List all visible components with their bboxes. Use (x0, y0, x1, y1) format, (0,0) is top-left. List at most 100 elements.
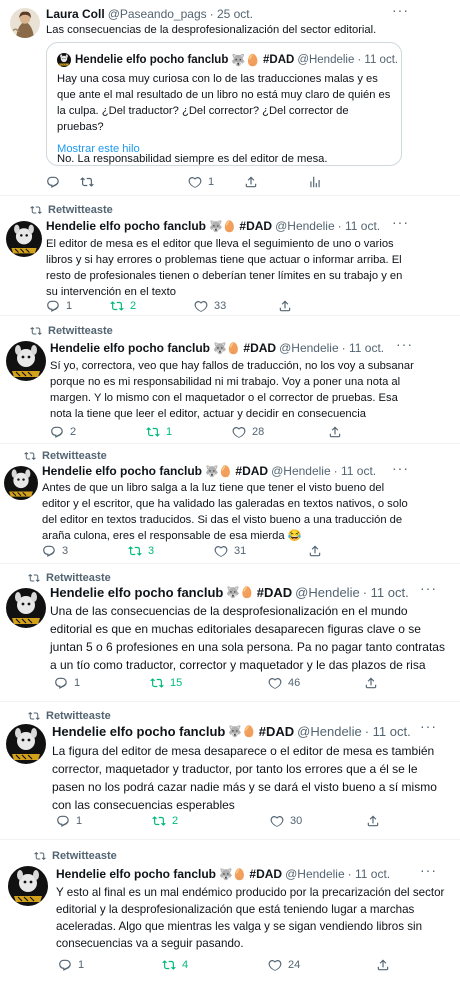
author-name[interactable]: Laura Coll (46, 7, 105, 21)
like-button[interactable]: 30 (270, 814, 366, 828)
retweet-icon (162, 958, 176, 972)
quoted-author-name: Hendelie elfo pocho fanclub (75, 54, 229, 66)
reply-button[interactable] (46, 175, 80, 189)
tweet-date[interactable]: · 11 oct. (348, 867, 390, 881)
reply-button[interactable]: 2 (50, 425, 146, 439)
avatar[interactable] (8, 866, 48, 906)
tweet-header: Hendelie elfo pocho fanclub 🐺🥚 #DAD @Hen… (50, 585, 430, 600)
tweet-date[interactable]: · 11 oct. (338, 219, 380, 233)
thread-tweet[interactable]: Retwitteaste Hendelie elfo pocho fanclub… (0, 444, 460, 564)
share-button[interactable] (308, 544, 322, 558)
retweet-icon (146, 425, 160, 439)
author-emojis: 🐺🥚 (213, 342, 241, 355)
avatar[interactable] (10, 8, 40, 38)
thread-tweet[interactable]: Retwitteaste Hendelie elfo pocho fanclub… (0, 702, 460, 840)
retweet-button[interactable]: 1 (146, 425, 232, 439)
tweet-date[interactable]: · 11 oct. (363, 585, 409, 600)
author-handle[interactable]: @Hendelie (279, 341, 339, 355)
retweet-button[interactable]: 2 (110, 299, 194, 313)
like-button[interactable]: 31 (214, 544, 308, 558)
retweet-button[interactable]: 2 (152, 814, 270, 828)
heart-icon (270, 814, 284, 828)
quoted-avatar (57, 53, 71, 67)
tweet-actions: 2 1 28 (50, 425, 342, 439)
reply-button[interactable]: 1 (56, 814, 152, 828)
like-button[interactable]: 33 (194, 299, 278, 313)
author-tag: #DAD (256, 585, 293, 600)
share-button[interactable] (278, 299, 292, 313)
author-handle[interactable]: @Hendelie (275, 219, 335, 233)
like-button[interactable]: 46 (268, 676, 364, 690)
author-name[interactable]: Hendelie elfo pocho fanclub (50, 585, 223, 600)
thread-tweet[interactable]: Retwitteaste Hendelie elfo pocho fanclub… (0, 316, 460, 444)
retweet-icon (152, 814, 166, 828)
tweet-laura-coll[interactable]: Laura Coll @Paseando_pags · 25 oct. ··· … (0, 0, 460, 196)
retweet-button[interactable] (80, 175, 188, 189)
avatar[interactable] (6, 221, 42, 257)
tweet-date[interactable]: · 11 oct. (334, 464, 376, 478)
thread-tweet[interactable]: Retwitteaste Hendelie elfo pocho fanclub… (0, 840, 460, 983)
author-emojis: 🐺🥚 (228, 726, 256, 738)
tweet-header: Hendelie elfo pocho fanclub 🐺🥚 #DAD @Hen… (46, 219, 406, 233)
share-button[interactable] (364, 676, 378, 690)
more-icon[interactable]: ··· (392, 2, 409, 18)
reply-button[interactable]: 1 (46, 299, 110, 313)
tweet-text: Antes de que un libro salga a la luz tie… (42, 482, 408, 542)
retweet-button[interactable]: 3 (128, 544, 214, 558)
author-handle[interactable]: @Hendelie (285, 867, 345, 881)
more-icon[interactable]: ··· (420, 862, 437, 878)
like-button[interactable]: 28 (232, 425, 328, 439)
share-button[interactable] (244, 175, 308, 189)
share-icon (376, 958, 390, 972)
more-icon[interactable]: ··· (420, 580, 437, 596)
author-handle[interactable]: @Hendelie (295, 585, 360, 600)
tweet-actions: 1 2 33 (46, 299, 292, 313)
author-name[interactable]: Hendelie elfo pocho fanclub (42, 464, 202, 478)
like-button[interactable]: 1 (188, 175, 244, 189)
more-icon[interactable]: ··· (420, 718, 437, 734)
author-name[interactable]: Hendelie elfo pocho fanclub (52, 724, 225, 739)
more-icon[interactable]: ··· (392, 214, 409, 230)
like-button[interactable]: 24 (268, 958, 376, 972)
share-button[interactable] (366, 814, 380, 828)
avatar[interactable] (4, 466, 38, 500)
reply-button[interactable]: 1 (58, 958, 162, 972)
reply-button[interactable]: 3 (42, 544, 128, 558)
quoted-date: · 11 oct. (357, 54, 399, 66)
reply-icon (56, 814, 70, 828)
author-handle[interactable]: @Hendelie (271, 464, 331, 478)
author-handle[interactable]: @Paseando_pags (108, 7, 207, 21)
thread-tweet[interactable]: Retwitteaste Hendelie elfo pocho fanclub… (0, 564, 460, 702)
reply-button[interactable]: 1 (54, 676, 150, 690)
heart-icon (188, 175, 202, 189)
tweet-date[interactable]: · 11 oct. (365, 724, 411, 739)
more-icon[interactable]: ··· (396, 336, 413, 352)
tweet-date[interactable]: · 25 oct. (210, 7, 253, 21)
avatar[interactable] (6, 588, 46, 628)
show-thread-link[interactable]: Mostrar este hilo (57, 143, 140, 155)
tweet-actions: 1 4 24 (58, 958, 390, 972)
share-icon (328, 425, 342, 439)
heart-icon (268, 958, 282, 972)
avatar[interactable] (6, 341, 46, 381)
avatar[interactable] (6, 724, 46, 764)
thread-tweet[interactable]: Retwitteaste Hendelie elfo pocho fanclub… (0, 196, 460, 316)
more-icon[interactable]: ··· (392, 460, 409, 476)
reply-icon (50, 425, 64, 439)
share-button[interactable] (328, 425, 342, 439)
retweet-icon (28, 710, 40, 722)
share-button[interactable] (376, 958, 390, 972)
author-emojis: 🐺🥚 (226, 587, 254, 599)
author-name[interactable]: Hendelie elfo pocho fanclub (46, 219, 206, 233)
quoted-tweet[interactable]: Hendelie elfo pocho fanclub 🐺🥚 #DAD @Hen… (46, 42, 402, 166)
retweet-button[interactable]: 4 (162, 958, 268, 972)
tweet-actions: 1 2 30 (56, 814, 380, 828)
author-name[interactable]: Hendelie elfo pocho fanclub (50, 341, 210, 355)
tweet-header: Laura Coll @Paseando_pags · 25 oct. (46, 7, 386, 21)
author-emojis: 🐺🥚 (219, 868, 247, 881)
author-handle[interactable]: @Hendelie (297, 724, 362, 739)
author-name[interactable]: Hendelie elfo pocho fanclub (56, 867, 216, 881)
tweet-date[interactable]: · 11 oct. (342, 341, 384, 355)
views-button[interactable] (308, 175, 322, 189)
retweet-button[interactable]: 15 (150, 676, 268, 690)
